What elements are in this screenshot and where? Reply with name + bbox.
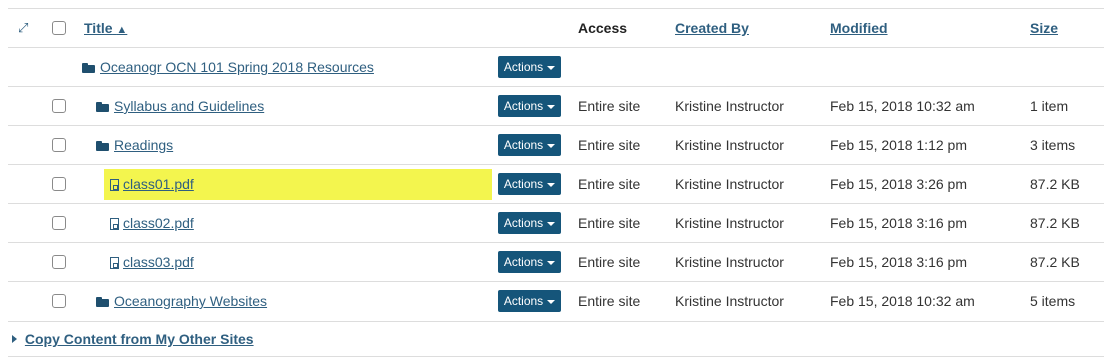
copy-content-link[interactable]: Copy Content from My Other Sites <box>12 322 254 356</box>
folder-icon <box>96 102 109 112</box>
actions-label[interactable]: Actions <box>504 216 543 230</box>
size-cell: 5 items <box>1030 293 1076 309</box>
item-name[interactable]: Oceanogr OCN 101 Spring 2018 Resources <box>82 48 374 86</box>
actions-button[interactable]: Actions <box>498 290 561 312</box>
folder-icon <box>96 297 109 307</box>
access-cell: Entire site <box>578 176 641 192</box>
copy-content-label[interactable]: Copy Content from My Other Sites <box>25 331 254 347</box>
item-name[interactable]: class02.pdf <box>110 204 194 242</box>
modified-cell: Feb 15, 2018 3:16 pm <box>830 254 967 270</box>
item-name[interactable]: class03.pdf <box>110 243 194 281</box>
actions-button[interactable]: Actions <box>498 212 561 234</box>
access-cell: Entire site <box>578 293 641 309</box>
title-header-label[interactable]: Title <box>84 20 113 36</box>
caret-down-icon[interactable] <box>547 260 556 265</box>
item-link[interactable]: class01.pdf <box>123 176 194 192</box>
item-link[interactable]: Syllabus and Guidelines <box>114 98 264 114</box>
access-cell: Entire site <box>578 137 641 153</box>
caret-down-icon[interactable] <box>547 104 556 109</box>
table-header: ⤢ Title ▲ Access Created By Modified Siz… <box>8 8 1104 47</box>
access-cell: Entire site <box>578 215 641 231</box>
item-name[interactable]: class01.pdf <box>110 165 194 203</box>
caret-down-icon[interactable] <box>547 143 556 148</box>
actions-label[interactable]: Actions <box>504 177 543 191</box>
row-checkbox[interactable] <box>52 255 66 269</box>
select-all-checkbox[interactable] <box>52 21 66 35</box>
created-by-cell: Kristine Instructor <box>675 176 784 192</box>
resources-table: ⤢ Title ▲ Access Created By Modified Siz… <box>0 0 1113 363</box>
modified-cell: Feb 15, 2018 10:32 am <box>830 293 975 309</box>
expand-triangle-icon <box>12 335 17 343</box>
actions-label[interactable]: Actions <box>504 294 543 308</box>
created-by-cell: Kristine Instructor <box>675 254 784 270</box>
folder-open-icon <box>96 141 109 151</box>
table-row: Readings Actions Entire site Kristine Instr… <box>8 125 1104 164</box>
created-by-cell: Kristine Instructor <box>675 137 784 153</box>
table-row: class02.pdf Actions Entire site Kristine In… <box>8 203 1104 242</box>
folder-open-icon <box>82 63 95 73</box>
size-cell: 87.2 KB <box>1030 215 1080 231</box>
access-header: Access <box>578 20 628 36</box>
item-name[interactable]: Oceanography Websites <box>96 282 267 320</box>
size-header[interactable]: Size <box>1030 9 1058 47</box>
table-row: Oceanography Websites Actions Entire site K… <box>8 281 1104 320</box>
table-row: Oceanogr OCN 101 Spring 2018 Resources Ac… <box>8 47 1104 86</box>
access-cell: Entire site <box>578 98 641 114</box>
actions-label[interactable]: Actions <box>504 255 543 269</box>
actions-button[interactable]: Actions <box>498 56 561 78</box>
row-checkbox[interactable] <box>52 138 66 152</box>
item-link[interactable]: Oceanography Websites <box>114 293 267 309</box>
item-name[interactable]: Syllabus and Guidelines <box>96 87 264 125</box>
row-checkbox[interactable] <box>52 99 66 113</box>
access-cell: Entire site <box>578 254 641 270</box>
row-checkbox[interactable] <box>52 294 66 308</box>
size-cell: 3 items <box>1030 137 1076 153</box>
actions-button[interactable]: Actions <box>498 95 561 117</box>
sort-title-header[interactable]: Title ▲ <box>84 9 127 49</box>
pdf-file-icon <box>110 257 119 269</box>
caret-down-icon[interactable] <box>547 299 556 304</box>
actions-label[interactable]: Actions <box>504 60 543 74</box>
item-name[interactable]: Readings <box>96 126 173 164</box>
modified-cell: Feb 15, 2018 3:16 pm <box>830 215 967 231</box>
actions-label[interactable]: Actions <box>504 138 543 152</box>
modified-cell: Feb 15, 2018 1:12 pm <box>830 137 967 153</box>
modified-cell: Feb 15, 2018 10:32 am <box>830 98 975 114</box>
caret-down-icon[interactable] <box>547 65 556 70</box>
modified-header[interactable]: Modified <box>830 9 888 47</box>
actions-button[interactable]: Actions <box>498 134 561 156</box>
table-row: class03.pdf Actions Entire site Kristine In… <box>8 242 1104 281</box>
pdf-file-icon <box>110 179 119 191</box>
expand-icon[interactable]: ⤢ <box>18 21 32 35</box>
sort-up-icon[interactable]: ▲ <box>116 24 127 36</box>
created-by-cell: Kristine Instructor <box>675 215 784 231</box>
item-link[interactable]: Readings <box>114 137 173 153</box>
row-checkbox[interactable] <box>52 216 66 230</box>
size-cell: 87.2 KB <box>1030 254 1080 270</box>
created-by-header[interactable]: Created By <box>675 9 749 47</box>
created-by-cell: Kristine Instructor <box>675 293 784 309</box>
actions-button[interactable]: Actions <box>498 173 561 195</box>
table-row: Syllabus and Guidelines Actions Entire sit… <box>8 86 1104 125</box>
caret-down-icon[interactable] <box>547 221 556 226</box>
table-row: class01.pdf Actions Entire site Kristine In… <box>8 164 1104 203</box>
item-link[interactable]: Oceanogr OCN 101 Spring 2018 Resources <box>100 59 374 75</box>
copy-content-row: Copy Content from My Other Sites <box>8 321 1104 357</box>
size-cell: 1 item <box>1030 98 1069 114</box>
caret-down-icon[interactable] <box>547 182 556 187</box>
pdf-file-icon <box>110 218 119 230</box>
item-link[interactable]: class02.pdf <box>123 215 194 231</box>
item-link[interactable]: class03.pdf <box>123 254 194 270</box>
actions-label[interactable]: Actions <box>504 99 543 113</box>
row-checkbox[interactable] <box>52 177 66 191</box>
size-cell: 87.2 KB <box>1030 176 1080 192</box>
created-by-cell: Kristine Instructor <box>675 98 784 114</box>
actions-button[interactable]: Actions <box>498 251 561 273</box>
modified-cell: Feb 15, 2018 3:26 pm <box>830 176 967 192</box>
